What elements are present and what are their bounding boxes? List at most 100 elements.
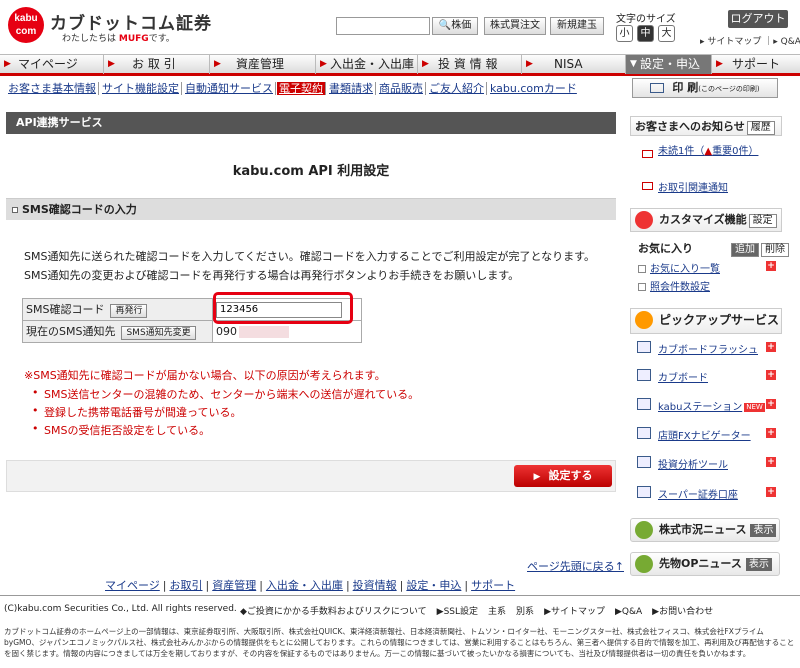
service-link[interactable]: スーパー証券口座 <box>658 486 738 501</box>
plus-icon[interactable]: + <box>766 370 776 380</box>
nav-support[interactable]: ▶ サポート <box>712 55 800 74</box>
show-button[interactable]: 表示 <box>745 558 772 571</box>
warning-item: SMSの受信拒否設定をしている。 <box>32 422 210 438</box>
code-label-cell: SMS確認コード 再発行 <box>22 298 213 321</box>
back-to-top-link[interactable]: ページ先頭に戻る↑ <box>527 558 624 574</box>
stock-price-search-button[interactable]: 🔍株価 <box>432 17 478 35</box>
service-link[interactable]: カブボード <box>658 369 708 384</box>
sub-nav: お客さま基本情報 サイト機能設定 自動通知サービス 電子契約 書類請求 商品販売 ご友人紹介… <box>6 80 580 96</box>
footnav-assets[interactable]: 資産管理 <box>212 579 256 592</box>
arrow-right-icon: ▶ <box>4 59 11 69</box>
add-favorite-button[interactable]: 追加 <box>731 243 759 257</box>
font-size-small-button[interactable]: 小 <box>616 25 633 42</box>
change-sms-destination-button[interactable]: SMS通知先変更 <box>121 326 196 340</box>
subnav-e-contract[interactable]: 電子契約 <box>277 82 326 95</box>
qa-link[interactable]: ▶Q&A <box>615 607 642 617</box>
logout-button[interactable]: ログアウト <box>728 10 788 28</box>
contact-link[interactable]: ▶お問い合わせ <box>652 607 713 617</box>
font-size-label: 文字のサイズ <box>616 14 676 25</box>
arrow-right-icon: ▶ <box>716 59 723 69</box>
footnav-deposit[interactable]: 入出金・入出庫 <box>266 579 343 592</box>
service-link[interactable]: 投資分析ツール <box>658 456 728 471</box>
nav-mypage[interactable]: ▶ マイページ <box>0 55 104 74</box>
footnav-trade[interactable]: お取引 <box>170 579 203 592</box>
print-button[interactable]: 印 刷(このページの印刷) <box>632 78 778 98</box>
kabu-com-logo[interactable]: kabu com <box>8 7 44 43</box>
main-system-link[interactable]: 主系 <box>488 607 506 617</box>
nav-trade[interactable]: ▶ お 取 引 <box>104 55 210 74</box>
futures-news-button[interactable]: 先物OPニュース 表示 <box>630 552 780 576</box>
subnav-referral[interactable]: ご友人紹介 <box>427 82 487 95</box>
favorites-list-item[interactable]: お気に入り一覧 <box>638 260 720 275</box>
alt-system-link[interactable]: 別系 <box>516 607 534 617</box>
search-icon: 🔍 <box>438 20 452 31</box>
subnav-product-sales[interactable]: 商品販売 <box>377 82 426 95</box>
subnav-auto-notify[interactable]: 自動通知サービス <box>183 82 276 95</box>
notice-title: お客さまへのお知らせ 履歴 <box>630 116 782 136</box>
nav-investment-info[interactable]: ▶ 投 資 情 報 <box>418 55 522 74</box>
sitemap-link[interactable]: ▶サイトマップ <box>544 607 605 617</box>
warning-title: ※SMS通知先に確認コードが届かない場合、以下の原因が考えられます。 <box>24 369 386 382</box>
fx-icon <box>637 427 651 439</box>
customize-header: カスタマイズ機能 設定 <box>630 208 782 232</box>
submit-settings-button[interactable]: ▶ 設定する <box>514 465 612 487</box>
printer-icon <box>650 83 665 93</box>
arrow-right-icon: ▶ <box>526 59 533 69</box>
arrow-right-icon: ▶ <box>320 59 327 69</box>
stock-search-input[interactable] <box>336 17 430 35</box>
plus-icon[interactable]: + <box>766 487 776 497</box>
query-count-item[interactable]: 照会件数設定 <box>638 278 710 293</box>
plus-icon[interactable]: + <box>766 261 776 271</box>
font-size-large-button[interactable]: 大 <box>658 25 675 42</box>
unread-notice-link[interactable]: 未読1件（▲重要0件） <box>658 145 758 158</box>
warning-icon: ▲ <box>704 146 713 157</box>
mufg-logo: MUFG <box>118 34 149 44</box>
new-position-button[interactable]: 新規建玉 <box>550 17 604 35</box>
service-link[interactable]: 店頭FXナビゲーター <box>658 427 751 442</box>
board-flash-icon <box>637 341 651 353</box>
account-icon <box>637 486 651 498</box>
stock-buy-order-button[interactable]: 株式買注文 <box>484 17 546 35</box>
service-link[interactable]: カブボードフラッシュ <box>658 341 758 356</box>
risk-link[interactable]: ◆ご投資にかかる手数料およびリスクについて <box>240 607 427 617</box>
sitemap-link[interactable]: サイトマップ <box>707 37 761 47</box>
nav-deposit[interactable]: ▶ 入出金・入出庫 <box>316 55 418 74</box>
plus-icon[interactable]: + <box>766 457 776 467</box>
footer-divider <box>0 595 800 596</box>
reissue-button[interactable]: 再発行 <box>110 304 148 318</box>
subnav-site-settings[interactable]: サイト機能設定 <box>100 82 182 95</box>
ssl-link[interactable]: ▶SSL設定 <box>437 607 478 617</box>
nav-nisa[interactable]: ▶ NISA <box>522 55 626 74</box>
subnav-kabu-card[interactable]: kabu.comカード <box>488 82 579 95</box>
service-link[interactable]: kabuステーション NEW <box>658 398 765 413</box>
arrow-right-icon: ▶ <box>108 59 115 69</box>
font-size-medium-button[interactable]: 中 <box>637 25 654 42</box>
footnav-support[interactable]: サポート <box>471 579 515 592</box>
subnav-basic-info[interactable]: お客さま基本情報 <box>6 82 99 95</box>
arrow-right-icon: ▶ <box>422 59 429 69</box>
stock-news-button[interactable]: 株式市況ニュース 表示 <box>630 518 780 542</box>
plus-icon[interactable]: + <box>766 342 776 352</box>
mail-icon <box>642 150 653 158</box>
trade-notice-link[interactable]: お取引関連通知 <box>658 179 728 194</box>
plus-icon[interactable]: + <box>766 399 776 409</box>
subnav-document-request[interactable]: 書類請求 <box>327 82 376 95</box>
code-input-highlight <box>213 292 353 324</box>
news-icon <box>635 521 653 539</box>
copyright: (C)kabu.com Securities Co., Ltd. All rig… <box>4 604 237 614</box>
nav-settings[interactable]: ▼ 設定・申込 <box>626 55 712 74</box>
delete-favorite-button[interactable]: 削除 <box>761 243 789 257</box>
plus-icon[interactable]: + <box>766 428 776 438</box>
warning-item: 登録した携帯電話番号が間違っている。 <box>32 404 241 420</box>
footnav-mypage[interactable]: マイページ <box>105 579 160 592</box>
customize-setting-button[interactable]: 設定 <box>748 214 777 228</box>
nav-assets[interactable]: ▶ 資産管理 <box>210 55 316 74</box>
mail-icon <box>642 182 653 190</box>
footnav-settings[interactable]: 設定・申込 <box>406 579 461 592</box>
show-button[interactable]: 表示 <box>750 524 777 537</box>
footnav-investment[interactable]: 投資情報 <box>353 579 397 592</box>
chevron-right-icon <box>638 283 646 291</box>
history-button[interactable]: 履歴 <box>746 121 775 135</box>
header-links: ▸ サイトマップ ｜▸ Q&A <box>700 37 800 47</box>
qa-link[interactable]: Q&A <box>781 37 800 47</box>
